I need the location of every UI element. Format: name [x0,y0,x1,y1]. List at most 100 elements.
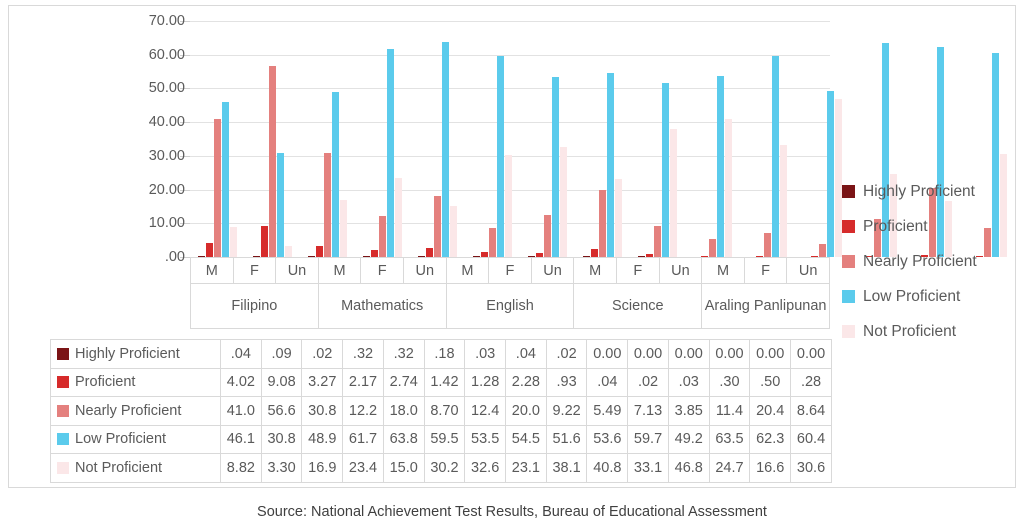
table-cell: 23.1 [505,453,547,483]
legend-item[interactable]: Low Proficient [842,279,1022,314]
x-axis-sex-label: F [361,258,404,283]
table-cell: 16.6 [749,453,792,483]
y-axis-tick-label: 20.00 [148,181,185,198]
bar [607,73,614,257]
bar-cluster [630,21,685,257]
bar [544,215,551,257]
table-cell: 53.5 [464,424,507,454]
table-row-key: Nearly Proficient [50,396,221,426]
x-axis-sex-label: M [191,258,234,283]
x-axis-sex-row: M F Un [574,257,702,284]
table-cell: 12.2 [342,396,384,426]
table-cell: .02 [627,367,669,397]
legend-swatch-icon [842,325,855,338]
table-cell: 3.27 [301,367,344,397]
table-row-key: Proficient [50,367,221,397]
source-caption: Source: National Achievement Test Result… [257,504,767,520]
bar-cluster [410,21,465,257]
plot-area: 70.00 60.00 50.00 40.00 30.00 20.00 10.00 .00 [149,14,1007,264]
table-key-label: Not Proficient [75,459,163,476]
table-cell: 16.9 [301,453,344,483]
legend-label: Proficient [863,217,928,235]
table-row: Not Proficient 8.82 3.30 16.9 23.4 15.0 30.2 32… [50,453,832,483]
bar-cluster [685,21,740,257]
x-axis-sex-row: M F Un [318,257,446,284]
table-row: Highly Proficient .04.09.02.32.32.18.03.0… [50,339,832,369]
table-cell: 0.00 [667,339,710,369]
table-row: Nearly Proficient 41.0 56.6 30.8 12.2 18.0 8.7… [50,396,832,426]
table-cell: 0.00 [790,339,832,369]
table-cell: 11.4 [708,396,751,426]
legend-item[interactable]: Proficient [842,209,1022,244]
bar [662,83,669,257]
table-cell: .32 [382,339,425,369]
x-axis-subject-label: Araling Panlipunan [702,284,829,329]
bar [222,101,229,257]
table-cell: 1.42 [423,367,466,397]
legend-item[interactable]: Highly Proficient [842,174,1022,209]
x-axis-labels: M F Un Filipino M F Un Mathematics M F Un English M F… [190,257,830,329]
x-axis-group: M F Un Araling Panlipunan [701,257,830,329]
table-key-swatch-icon [57,347,69,360]
table-cell: .04 [586,367,629,397]
bar [269,66,276,257]
table-cell: 8.64 [790,396,832,426]
table-cell: 54.5 [505,424,547,454]
bar [285,245,292,257]
table-cell: .32 [342,339,384,369]
bar [371,249,378,257]
bar [434,196,441,257]
table-cell: .30 [708,367,751,397]
table-cell: 40.8 [586,453,629,483]
table-cell: 30.8 [301,396,344,426]
x-axis-sex-row: M F Un [191,257,318,284]
table-cell: 61.7 [342,424,384,454]
table-cell: .09 [260,339,303,369]
bar [332,92,339,257]
table-cell: 46.1 [220,424,262,454]
y-axis-tick-label: 60.00 [148,46,185,63]
x-axis-sex-label: M [574,258,617,283]
table-cell: 30.6 [790,453,832,483]
bar [379,215,386,257]
table-row: Low Proficient 46.1 30.8 48.9 61.7 63.8 59.5 53… [50,424,832,454]
table-cell: 46.8 [667,453,710,483]
y-axis-tick-label: 10.00 [148,215,185,232]
table-cell: .02 [545,339,588,369]
bar [670,128,677,257]
bar-cluster [300,21,355,257]
bar [340,200,347,257]
table-cell: 48.9 [301,424,344,454]
table-cell: 0.00 [586,339,629,369]
chart-frame: 70.00 60.00 50.00 40.00 30.00 20.00 10.00 .00 M… [8,5,1016,488]
table-row-key: Highly Proficient [50,339,221,369]
table-cell: 7.13 [627,396,669,426]
table-cell: 2.74 [382,367,425,397]
bar [827,91,834,257]
x-axis-sex-row: M F Un [446,257,574,284]
bar-cluster [520,21,575,257]
bar [709,238,716,257]
table-cell: .03 [464,339,507,369]
x-axis-sex-label: F [745,258,788,283]
bar-cluster [355,21,410,257]
legend-label: Highly Proficient [863,182,975,200]
chart-screenshot: 70.00 60.00 50.00 40.00 30.00 20.00 10.00 .00 M… [0,0,1024,527]
bar-cluster [575,21,630,257]
bar [654,225,661,257]
bar [599,189,606,257]
bar [206,243,213,257]
table-row: Proficient 4.02 9.08 3.27 2.17 2.74 1.42 1.28 2.… [50,367,832,397]
table-key-label: Highly Proficient [75,345,180,362]
table-cell: 2.28 [505,367,547,397]
bar [316,245,323,257]
legend-swatch-icon [842,255,855,268]
legend-item[interactable]: Nearly Proficient [842,244,1022,279]
x-axis-subject-label: Filipino [191,284,318,329]
bar-group [520,21,685,257]
y-axis-tick-label: 70.00 [148,12,185,29]
bar [819,244,826,257]
legend-item[interactable]: Not Proficient [842,314,1022,349]
y-axis-tick-label: 50.00 [148,80,185,97]
table-cell: 5.49 [586,396,629,426]
